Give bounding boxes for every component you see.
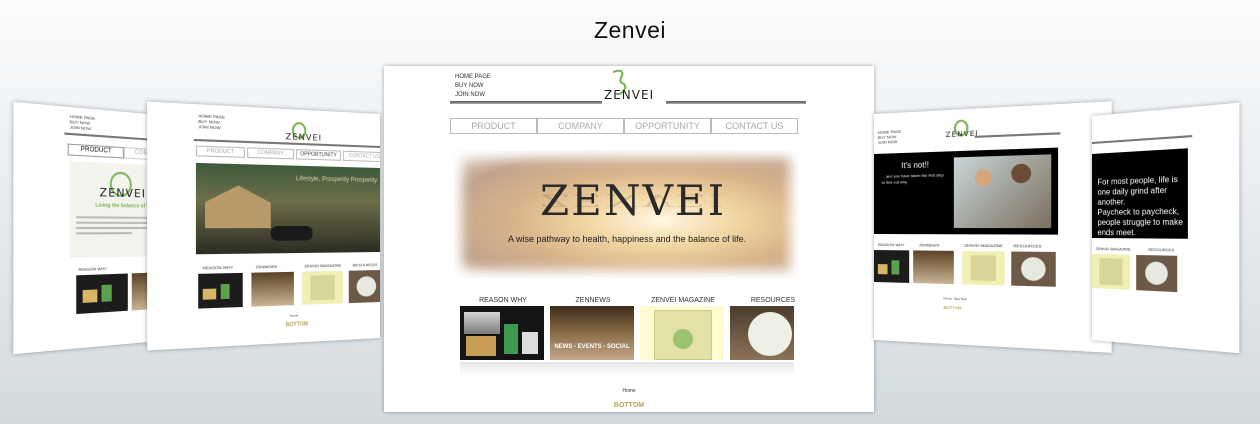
menu-product[interactable]: PRODUCT	[196, 145, 245, 157]
footer-bottom: BOTTOM	[286, 321, 308, 328]
thumb-zennews[interactable]	[913, 250, 954, 284]
section-label-news: ZENNEWS	[550, 297, 636, 304]
section-label-mag: ZENVEI MAGAZINE	[964, 243, 1003, 249]
footer-home-link[interactable]: Home	[384, 388, 874, 394]
logo: ZENVEI	[946, 129, 979, 139]
news-caption: NEWS - EVENTS - SOCIAL	[550, 344, 634, 350]
menu-company[interactable]: COMPANY	[247, 147, 294, 159]
section-label-reason: REASON WHY	[878, 242, 905, 247]
section-label-res: RESOURCES	[1013, 243, 1041, 249]
logo: ZENVEI	[286, 132, 323, 143]
logo: ZENVEI	[99, 186, 145, 201]
nav-links: HOME PAGE BUY NOW JOIN NOW	[198, 113, 225, 130]
footer-home-link[interactable]: Home - Buy Now	[944, 296, 968, 301]
nav-links: HOME PAGE BUY NOW JOIN NOW	[455, 73, 491, 100]
main-menu: PRODUCT COMPANY OPPORTUNITY CONTACT US	[196, 145, 380, 162]
thumb-resources[interactable]	[1011, 252, 1056, 287]
section-label-resources: RESOURCES	[730, 297, 816, 304]
thumb-magazine[interactable]	[962, 251, 1005, 285]
menu-product[interactable]: PRODUCT	[450, 118, 537, 134]
thumb-resources[interactable]	[349, 270, 380, 303]
menu-contact[interactable]: CONTACT US	[711, 118, 798, 134]
page-preview-far-right[interactable]: For most people, life is one daily grind…	[1092, 103, 1239, 354]
menu-opportunity[interactable]: OPPORTUNITY	[624, 118, 711, 134]
main-menu: PRODUCT COMPANY OPPORTUNITY CONTACT US	[450, 118, 798, 134]
page-preview-near-right[interactable]: HOME PAGE BUY NOW JOIN NOW ZENVEI It's n…	[874, 101, 1112, 353]
thumb-zennews[interactable]: NEWS - EVENTS - SOCIAL	[550, 306, 634, 360]
nav-link-join[interactable]: JOIN NOW	[70, 124, 95, 131]
nav-links: HOME PAGE BUY NOW JOIN NOW	[878, 129, 901, 145]
section-label-mag: ZENVEI MAGAZINE	[1096, 246, 1131, 252]
menu-company[interactable]: COMPANY	[537, 118, 624, 134]
hero-title-reflection: ZENVEI	[540, 190, 726, 210]
hero-body: ... and you have taken the first step to…	[882, 172, 946, 186]
thumb-magazine[interactable]	[302, 271, 343, 305]
nav-link-join[interactable]: JOIN NOW	[878, 139, 901, 145]
thumb-magazine[interactable]	[640, 306, 724, 360]
nav-link-join[interactable]: JOIN NOW	[198, 124, 225, 131]
hero-panel: It's not!! ... and you have taken the fi…	[874, 148, 1058, 235]
tagline: Living the balance of life	[95, 203, 153, 210]
hero-house-image: Lifestyle, Prosperity Prosperity	[196, 163, 380, 254]
section-label-news: ZENNEWS	[919, 242, 939, 247]
house-icon	[205, 185, 271, 228]
hero-banner-text: Lifestyle, Prosperity Prosperity	[296, 176, 377, 184]
thumb-reason-why[interactable]	[198, 273, 243, 309]
divider-left	[450, 101, 602, 104]
menu-contact[interactable]: CONTACT US	[343, 151, 380, 162]
section-label-reason: REASON WHY	[203, 265, 234, 271]
thumb-reason-why[interactable]	[76, 273, 128, 314]
site-logo: ZENVEI	[604, 88, 654, 102]
thumb-resources[interactable]	[730, 306, 794, 360]
tab-product[interactable]: PRODUCT	[68, 144, 124, 159]
page-preview-center[interactable]: HOME PAGE BUY NOW JOIN NOW ZENVEI PRODUC…	[384, 66, 874, 412]
car-icon	[271, 226, 313, 241]
menu-opportunity[interactable]: OPPORTUNITY	[296, 149, 341, 161]
section-label-res: RESOURCES	[1148, 247, 1174, 253]
nav-link-buy[interactable]: BUY NOW	[455, 82, 491, 91]
footer-bottom: BOTTOM	[944, 304, 962, 310]
hero-body-1: For most people, life is one daily grind…	[1098, 174, 1184, 208]
divider	[1092, 135, 1192, 144]
nav-links: HOME PAGE BUY NOW JOIN NOW	[70, 113, 95, 131]
divider	[975, 132, 1061, 138]
hero-tagline: A wise pathway to health, happiness and …	[508, 234, 746, 244]
thumb-zennews[interactable]	[251, 272, 293, 307]
section-label-mag: ZENVEI MAGAZINE	[304, 263, 341, 269]
nav-link-home[interactable]: HOME PAGE	[455, 73, 491, 82]
thumbnails-reflection	[460, 362, 794, 376]
page-preview-near-left[interactable]: HOME PAGE BUY NOW JOIN NOW ZENVEI PRODUC…	[147, 102, 380, 351]
section-label-reason: REASON WHY	[460, 297, 546, 304]
page-title: Zenvei	[0, 17, 1260, 44]
section-label: REASON WHY	[78, 266, 107, 272]
thumb-resources[interactable]	[1136, 255, 1177, 292]
footer-bottom: BOTTOM	[384, 402, 874, 409]
section-label-res: RESOURCES	[353, 262, 378, 267]
nav-link-join[interactable]: JOIN NOW	[455, 91, 491, 100]
thumb-reason-why[interactable]	[874, 250, 909, 283]
thumb-magazine[interactable]	[1092, 254, 1130, 290]
hero-headline: It's not!!	[901, 160, 929, 170]
section-label-news: ZENNEWS	[256, 264, 277, 270]
section-label-magazine: ZENVEI MAGAZINE	[640, 297, 726, 304]
divider-right	[666, 101, 806, 104]
family-photo	[954, 154, 1051, 228]
hero-panel: For most people, life is one daily grind…	[1092, 148, 1188, 239]
thumb-reason-why[interactable]	[460, 306, 544, 360]
hero-banner: ZENVEI ZENVEI A wise pathway to health, …	[454, 150, 798, 278]
hero-body-2: Paycheck to paycheck, people struggle to…	[1098, 207, 1184, 239]
footer-home-link[interactable]: Home	[290, 313, 298, 318]
